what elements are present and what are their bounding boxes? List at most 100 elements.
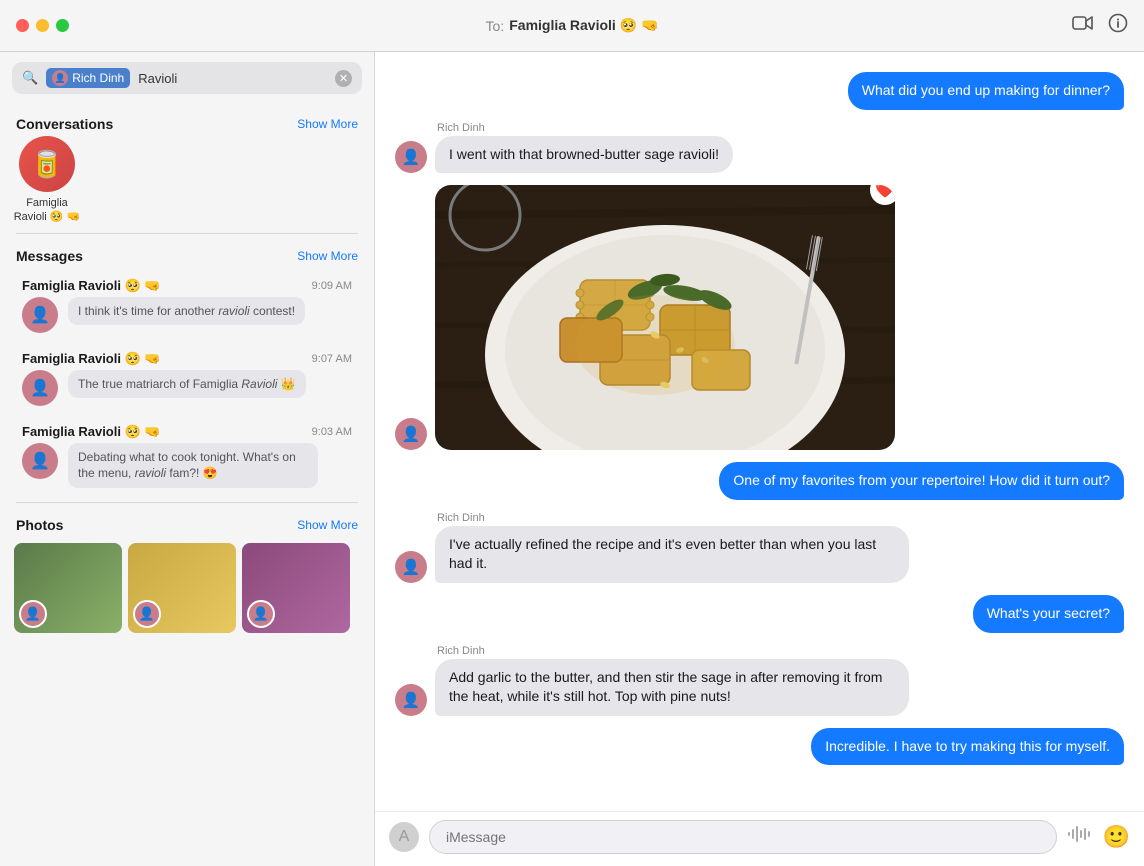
msg-sender-7: Rich Dinh (437, 645, 909, 657)
traffic-lights (16, 19, 69, 32)
chat-avatar-3: 👤 (395, 418, 427, 450)
messages-title: Messages (16, 248, 83, 264)
msg-preview-1: I think it's time for another ravioli co… (68, 297, 305, 326)
sidebar: 🔍 👤 Rich Dinh Ravioli ✕ Conversations Sh… (0, 52, 375, 866)
conversations-header: Conversations Show More (0, 108, 374, 136)
recipient-name: Famiglia Ravioli 🥺 🤜 (509, 17, 658, 34)
msg-content-8: Incredible. I have to try making this fo… (811, 728, 1124, 766)
msg-content-3: ❤️ (435, 185, 895, 450)
sidebar-content: Conversations Show More 🥫 FamigliaRaviol… (0, 104, 374, 866)
minimize-button[interactable] (36, 19, 49, 32)
messages-container: What did you end up making for dinner? 👤… (375, 52, 1144, 811)
conversation-name: FamigliaRavioli 🥺 🤜 (14, 196, 81, 225)
search-clear-button[interactable]: ✕ (335, 70, 352, 87)
photo-item-2[interactable]: 👤 (128, 543, 236, 633)
photos-show-more[interactable]: Show More (297, 518, 358, 532)
divider-1 (16, 233, 358, 234)
msg-content-4: One of my favorites from your repertoire… (719, 462, 1124, 500)
msg-content-1: What did you end up making for dinner? (848, 72, 1124, 110)
titlebar: To: Famiglia Ravioli 🥺 🤜 (0, 0, 1144, 52)
conversations-show-more[interactable]: Show More (297, 117, 358, 131)
main-layout: 🔍 👤 Rich Dinh Ravioli ✕ Conversations Sh… (0, 52, 1144, 866)
chat-area: What did you end up making for dinner? 👤… (375, 52, 1144, 866)
photo-item-3[interactable]: 👤 (242, 543, 350, 633)
msg-group-name-2: Famiglia Ravioli 🥺 🤜 (22, 351, 161, 367)
photos-header: Photos Show More (0, 509, 374, 537)
fullscreen-button[interactable] (56, 19, 69, 32)
msg-content-7: Rich Dinh Add garlic to the butter, and … (435, 645, 909, 716)
msg-avatar-1: 👤 (22, 297, 58, 333)
msg-time-2: 9:07 AM (312, 353, 352, 365)
bubble-8: Incredible. I have to try making this fo… (811, 728, 1124, 766)
search-icon: 🔍 (22, 70, 38, 86)
divider-2 (16, 502, 358, 503)
photos-section: Photos Show More 👤 👤 👤 (0, 509, 374, 651)
titlebar-actions (1072, 13, 1128, 38)
msg-row-4: One of my favorites from your repertoire… (395, 462, 1124, 500)
bubble-2: I went with that browned-butter sage rav… (435, 136, 733, 174)
photo-avatar-3: 👤 (247, 600, 275, 628)
search-contact-badge: 👤 Rich Dinh (46, 68, 130, 88)
msg-result-header-3: Famiglia Ravioli 🥺 🤜 9:03 AM (22, 424, 352, 440)
msg-avatar-2: 👤 (22, 370, 58, 406)
titlebar-recipient: To: Famiglia Ravioli 🥺 🤜 (486, 17, 659, 34)
msg-content-2: Rich Dinh I went with that browned-butte… (435, 122, 733, 174)
message-result-3[interactable]: Famiglia Ravioli 🥺 🤜 9:03 AM 👤 Debating … (8, 416, 366, 497)
bubble-5: I've actually refined the recipe and it'… (435, 526, 909, 583)
msg-sender-2: Rich Dinh (437, 122, 733, 134)
conversation-avatar: 🥫 (19, 136, 75, 192)
message-result-1[interactable]: Famiglia Ravioli 🥺 🤜 9:09 AM 👤 I think i… (8, 270, 366, 341)
messages-show-more[interactable]: Show More (297, 249, 358, 263)
to-label: To: (486, 18, 505, 34)
messages-header: Messages Show More (0, 240, 374, 268)
msg-time-1: 9:09 AM (312, 280, 352, 292)
msg-row-8: Incredible. I have to try making this fo… (395, 728, 1124, 766)
msg-preview-3: Debating what to cook tonight. What's on… (68, 443, 318, 489)
msg-result-header-2: Famiglia Ravioli 🥺 🤜 9:07 AM (22, 351, 352, 367)
photos-grid: 👤 👤 👤 (0, 537, 374, 639)
msg-group-name-3: Famiglia Ravioli 🥺 🤜 (22, 424, 161, 440)
msg-result-header-1: Famiglia Ravioli 🥺 🤜 9:09 AM (22, 278, 352, 294)
msg-group-name-1: Famiglia Ravioli 🥺 🤜 (22, 278, 161, 294)
close-button[interactable] (16, 19, 29, 32)
msg-row-3: 👤 (395, 185, 1124, 450)
msg-time-3: 9:03 AM (312, 426, 352, 438)
input-avatar: A (389, 822, 419, 852)
chat-avatar-2: 👤 (395, 141, 427, 173)
msg-row-7: 👤 Rich Dinh Add garlic to the butter, an… (395, 645, 1124, 716)
emoji-icon[interactable]: 🙂 (1103, 824, 1130, 850)
search-contact-name: Rich Dinh (72, 71, 124, 85)
conversation-list: 🥫 FamigliaRavioli 🥺 🤜 (0, 136, 374, 225)
photo-item-1[interactable]: 👤 (14, 543, 122, 633)
chat-avatar-5: 👤 (395, 551, 427, 583)
ravioli-image[interactable]: ❤️ (435, 185, 895, 450)
info-icon[interactable] (1108, 13, 1128, 38)
search-bar[interactable]: 🔍 👤 Rich Dinh Ravioli ✕ (12, 62, 362, 94)
photo-avatar-1: 👤 (19, 600, 47, 628)
msg-sender-5: Rich Dinh (437, 512, 909, 524)
msg-content-5: Rich Dinh I've actually refined the reci… (435, 512, 909, 583)
bubble-1: What did you end up making for dinner? (848, 72, 1124, 110)
chat-avatar-7: 👤 (395, 684, 427, 716)
message-result-2[interactable]: Famiglia Ravioli 🥺 🤜 9:07 AM 👤 The true … (8, 343, 366, 414)
bubble-7: Add garlic to the butter, and then stir … (435, 659, 909, 716)
msg-result-body-3: 👤 Debating what to cook tonight. What's … (22, 443, 352, 489)
msg-avatar-3: 👤 (22, 443, 58, 479)
photo-avatar-2: 👤 (133, 600, 161, 628)
conversations-title: Conversations (16, 116, 113, 132)
input-area: A 🙂 (375, 811, 1144, 866)
message-input[interactable] (429, 820, 1057, 854)
msg-result-body-2: 👤 The true matriarch of Famiglia Ravioli… (22, 370, 352, 406)
msg-content-6: What's your secret? (973, 595, 1124, 633)
msg-preview-2: The true matriarch of Famiglia Ravioli 👑 (68, 370, 306, 399)
msg-row-1: What did you end up making for dinner? (395, 72, 1124, 110)
audio-waveform-icon[interactable] (1067, 825, 1093, 849)
bubble-4: One of my favorites from your repertoire… (719, 462, 1124, 500)
conversation-item-famiglia[interactable]: 🥫 FamigliaRavioli 🥺 🤜 (12, 136, 82, 225)
search-contact-avatar: 👤 (52, 70, 68, 86)
video-call-icon[interactable] (1072, 15, 1094, 36)
photos-title: Photos (16, 517, 63, 533)
msg-row-6: What's your secret? (395, 595, 1124, 633)
msg-row-2: 👤 Rich Dinh I went with that browned-but… (395, 122, 1124, 174)
bubble-6: What's your secret? (973, 595, 1124, 633)
